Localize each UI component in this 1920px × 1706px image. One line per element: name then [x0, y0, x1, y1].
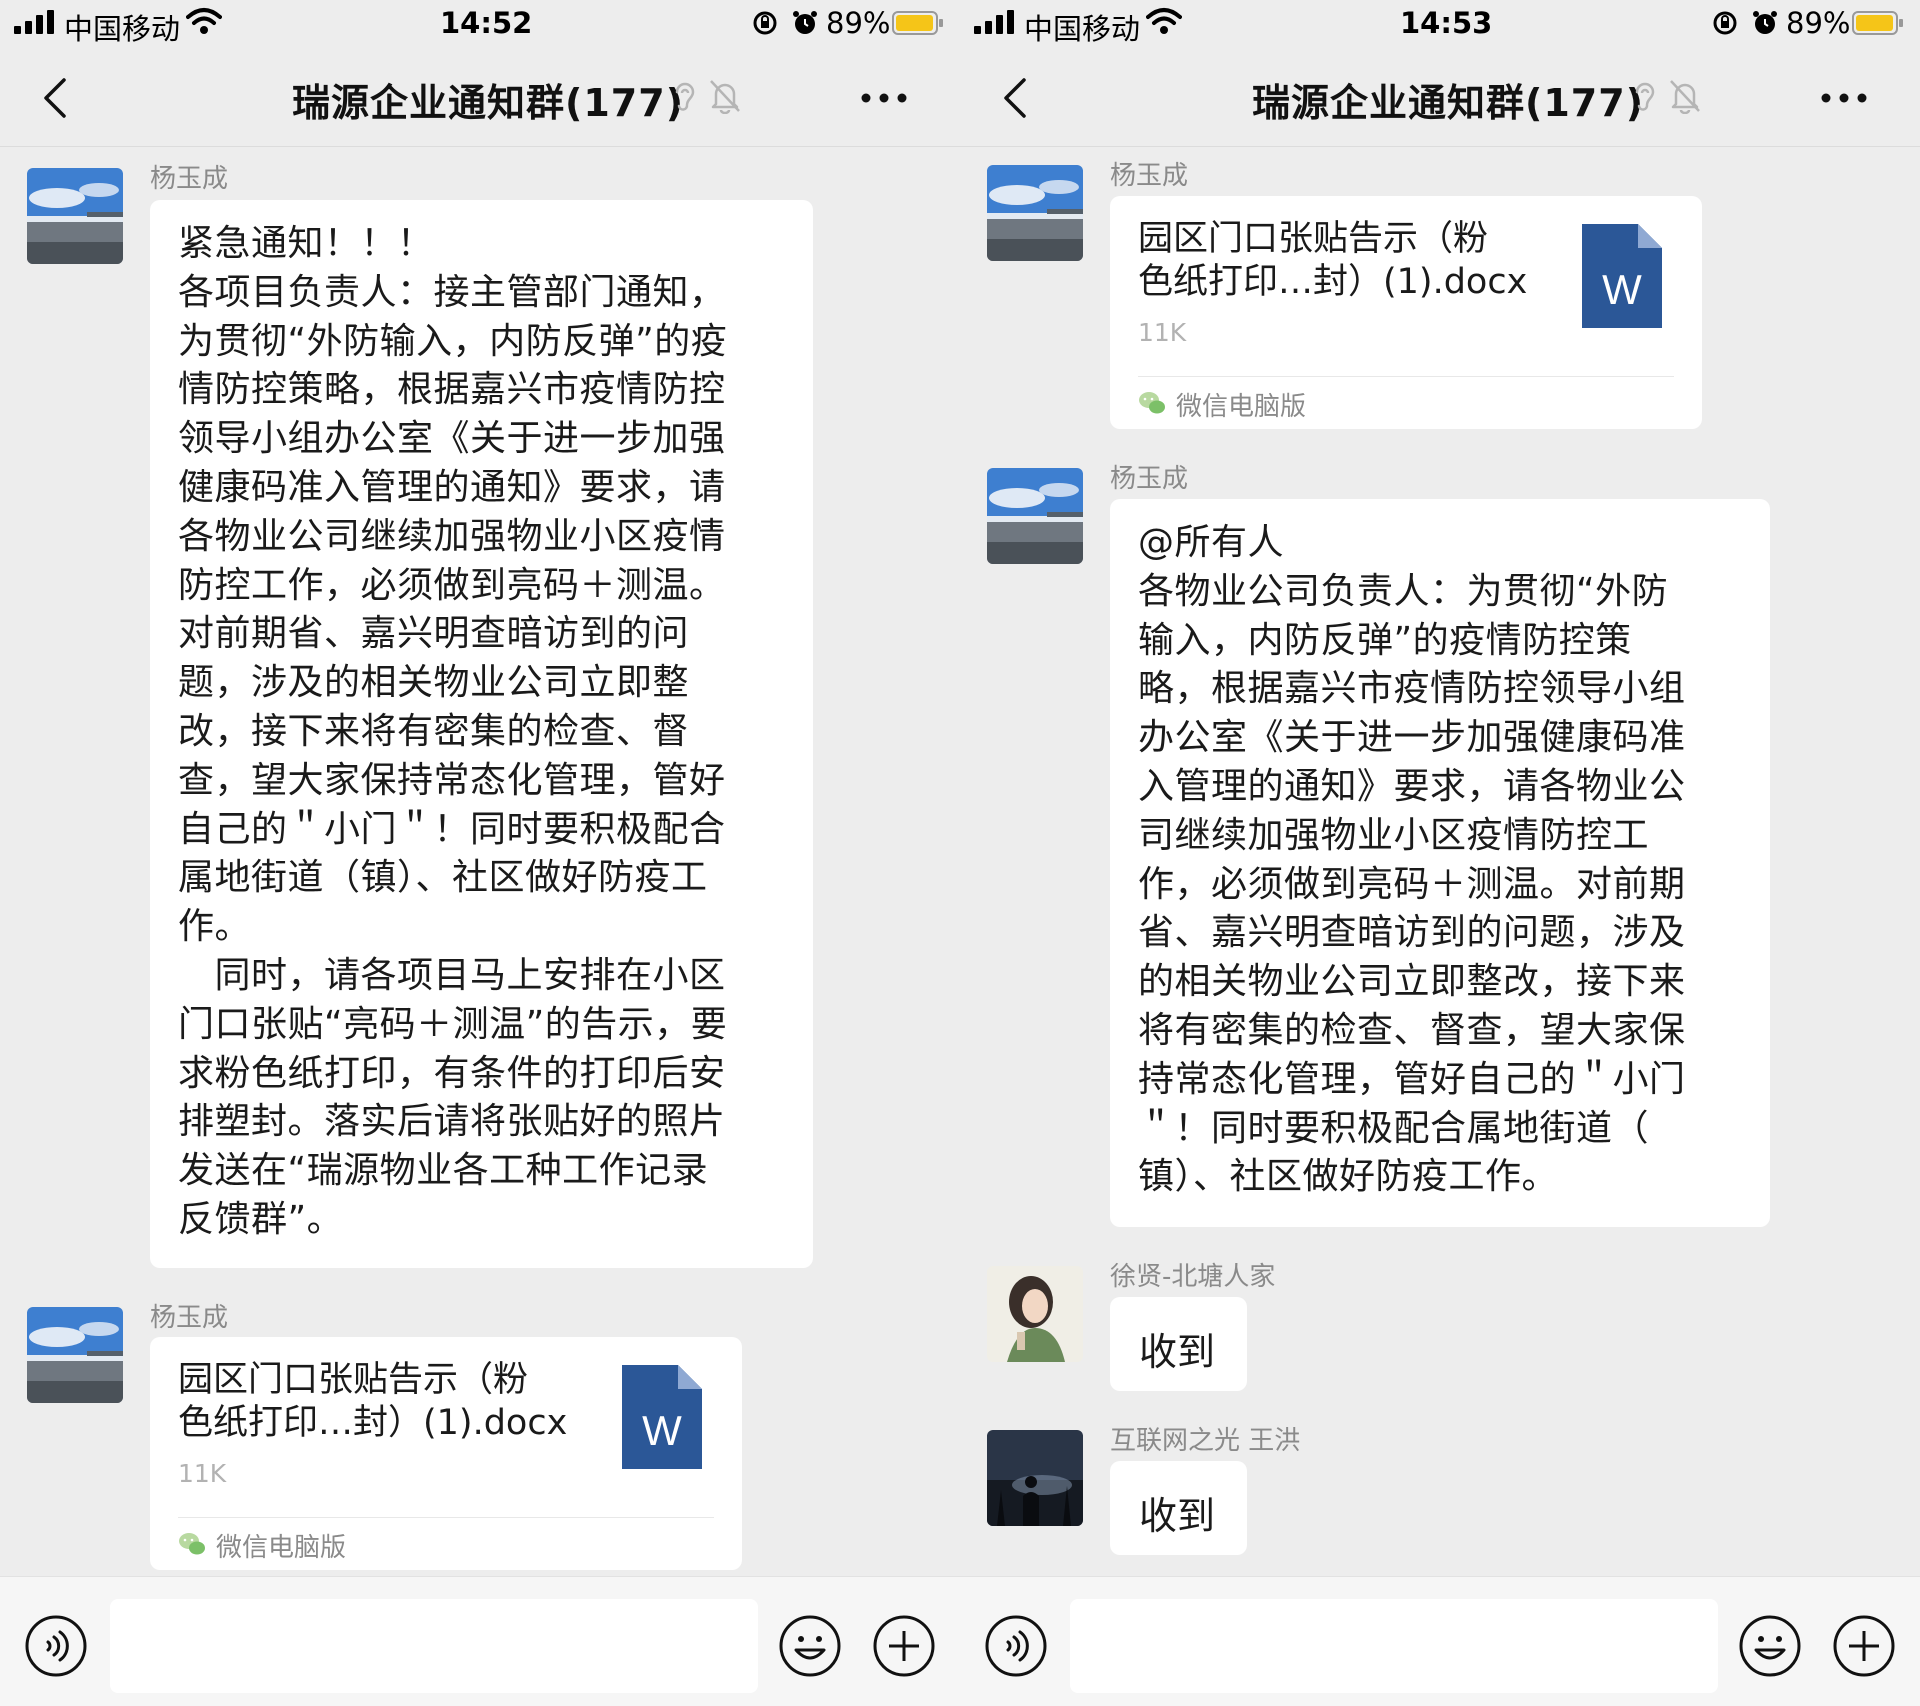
file-source-label: 微信电脑版 [216, 1533, 347, 1563]
sender-name: 互联网之光 王洪 [1110, 1426, 1301, 1456]
avatar[interactable] [27, 1307, 123, 1403]
silhouette-photo-avatar [987, 1430, 1083, 1526]
message-bubble[interactable]: 收到 [1110, 1297, 1247, 1391]
sea-photo-avatar [27, 168, 123, 264]
alarm-icon [793, 11, 817, 34]
carrier-label: 中国移动 [1024, 12, 1141, 46]
nav-bar: 瑞源企业通知群(177) [960, 46, 1920, 147]
svg-text:W: W [642, 1407, 682, 1454]
group-title: 瑞源企业通知群(177) [292, 81, 685, 125]
mute-bell-icon [710, 80, 740, 114]
back-icon[interactable] [1000, 78, 1030, 118]
sender-name: 杨玉成 [1110, 161, 1189, 191]
status-bar: 中国移动 14:52 89% [0, 0, 960, 46]
input-bar [0, 1576, 960, 1706]
message-input[interactable] [1070, 1599, 1718, 1693]
more-options-icon[interactable] [860, 92, 908, 104]
more-options-icon[interactable] [1820, 92, 1868, 104]
status-bar: 中国移动 14:53 89% [960, 0, 1920, 46]
input-bar [960, 1576, 1920, 1706]
message-bubble[interactable]: 收到 [1110, 1461, 1247, 1555]
avatar[interactable] [987, 165, 1083, 261]
file-divider [178, 1517, 714, 1518]
chat-screen-left: 中国移动 14:52 89% 瑞源企业通知群(177) 杨玉成 紧急通知！！！ … [0, 0, 960, 1706]
battery-percent: 89% [1786, 6, 1851, 40]
sender-name: 杨玉成 [150, 1303, 229, 1333]
file-size: 11K [1138, 318, 1187, 347]
wechat-icon [179, 1533, 205, 1555]
screenshot-root: 中国移动 14:52 89% 瑞源企业通知群(177) 杨玉成 紧急通知！！！ … [0, 0, 1920, 1706]
voice-input-icon[interactable] [984, 1614, 1048, 1678]
rotation-lock-icon [1713, 11, 1737, 35]
plus-icon[interactable] [872, 1614, 936, 1678]
wechat-icon [1139, 392, 1165, 414]
avatar[interactable] [987, 1430, 1083, 1526]
message-text: 收到 [1139, 1494, 1216, 1538]
battery-percent: 89% [826, 6, 891, 40]
avatar[interactable] [987, 468, 1083, 564]
avatar[interactable] [27, 168, 123, 264]
emoji-icon[interactable] [778, 1614, 842, 1678]
chat-screen-right: 中国移动 14:53 89% 瑞源企业通知群(177) 杨玉成 园区门口张贴告示… [960, 0, 1920, 1706]
earpiece-icon [675, 82, 695, 111]
sea-photo-avatar [987, 165, 1083, 261]
battery-icon [892, 11, 943, 35]
message-text: 收到 [1139, 1330, 1216, 1374]
status-time: 14:52 [440, 6, 533, 40]
word-document-icon: W [622, 1365, 702, 1469]
nav-bar: 瑞源企业通知群(177) [0, 46, 960, 147]
file-source-label: 微信电脑版 [1176, 392, 1307, 422]
message-bubble[interactable]: 紧急通知！！！ 各项目负责人：接主管部门通知， 为贯彻“外防输入，内防反弹”的疫… [150, 200, 813, 1268]
earpiece-icon [1635, 82, 1655, 111]
message-text: 紧急通知！！！ 各项目负责人：接主管部门通知， 为贯彻“外防输入，内防反弹”的疫… [178, 223, 728, 1240]
file-name: 园区门口张贴告示（粉 色纸打印…封）(1).docx [1138, 219, 1528, 302]
file-message-bubble[interactable]: 园区门口张贴告示（粉 色纸打印…封）(1).docx 11K W 微信电脑版 [150, 1337, 742, 1570]
woman-illustration-avatar [987, 1266, 1083, 1362]
avatar[interactable] [987, 1266, 1083, 1362]
sea-photo-avatar [27, 1307, 123, 1403]
file-divider [1138, 376, 1674, 377]
wifi-icon [186, 8, 222, 34]
signal-icon [14, 10, 54, 34]
plus-icon[interactable] [1832, 1614, 1896, 1678]
sea-photo-avatar [987, 468, 1083, 564]
file-message-bubble[interactable]: 园区门口张贴告示（粉 色纸打印…封）(1).docx 11K W 微信电脑版 [1110, 196, 1702, 429]
word-document-icon: W [1582, 224, 1662, 328]
back-icon[interactable] [40, 78, 70, 118]
sender-name: 杨玉成 [1110, 464, 1189, 494]
emoji-icon[interactable] [1738, 1614, 1802, 1678]
voice-input-icon[interactable] [24, 1614, 88, 1678]
battery-icon [1852, 11, 1903, 35]
message-input[interactable] [110, 1599, 758, 1693]
signal-icon [974, 10, 1014, 34]
rotation-lock-icon [753, 11, 777, 35]
svg-text:W: W [1602, 266, 1642, 313]
group-title: 瑞源企业通知群(177) [1252, 81, 1645, 125]
message-bubble[interactable]: @所有人 各物业公司负责人：为贯彻“外防 输入，内防反弹”的疫情防控策 略，根据… [1110, 499, 1770, 1227]
carrier-label: 中国移动 [64, 12, 181, 46]
sender-name: 杨玉成 [150, 164, 229, 194]
wifi-icon [1146, 8, 1182, 34]
alarm-icon [1753, 11, 1777, 34]
message-text: @所有人 各物业公司负责人：为贯彻“外防 输入，内防反弹”的疫情防控策 略，根据… [1138, 522, 1686, 1198]
status-time: 14:53 [1400, 6, 1493, 40]
file-size: 11K [178, 1459, 227, 1488]
file-name: 园区门口张贴告示（粉 色纸打印…封）(1).docx [178, 1360, 568, 1443]
sender-name: 徐贤-北塘人家 [1110, 1262, 1276, 1292]
mute-bell-icon [1670, 80, 1700, 114]
